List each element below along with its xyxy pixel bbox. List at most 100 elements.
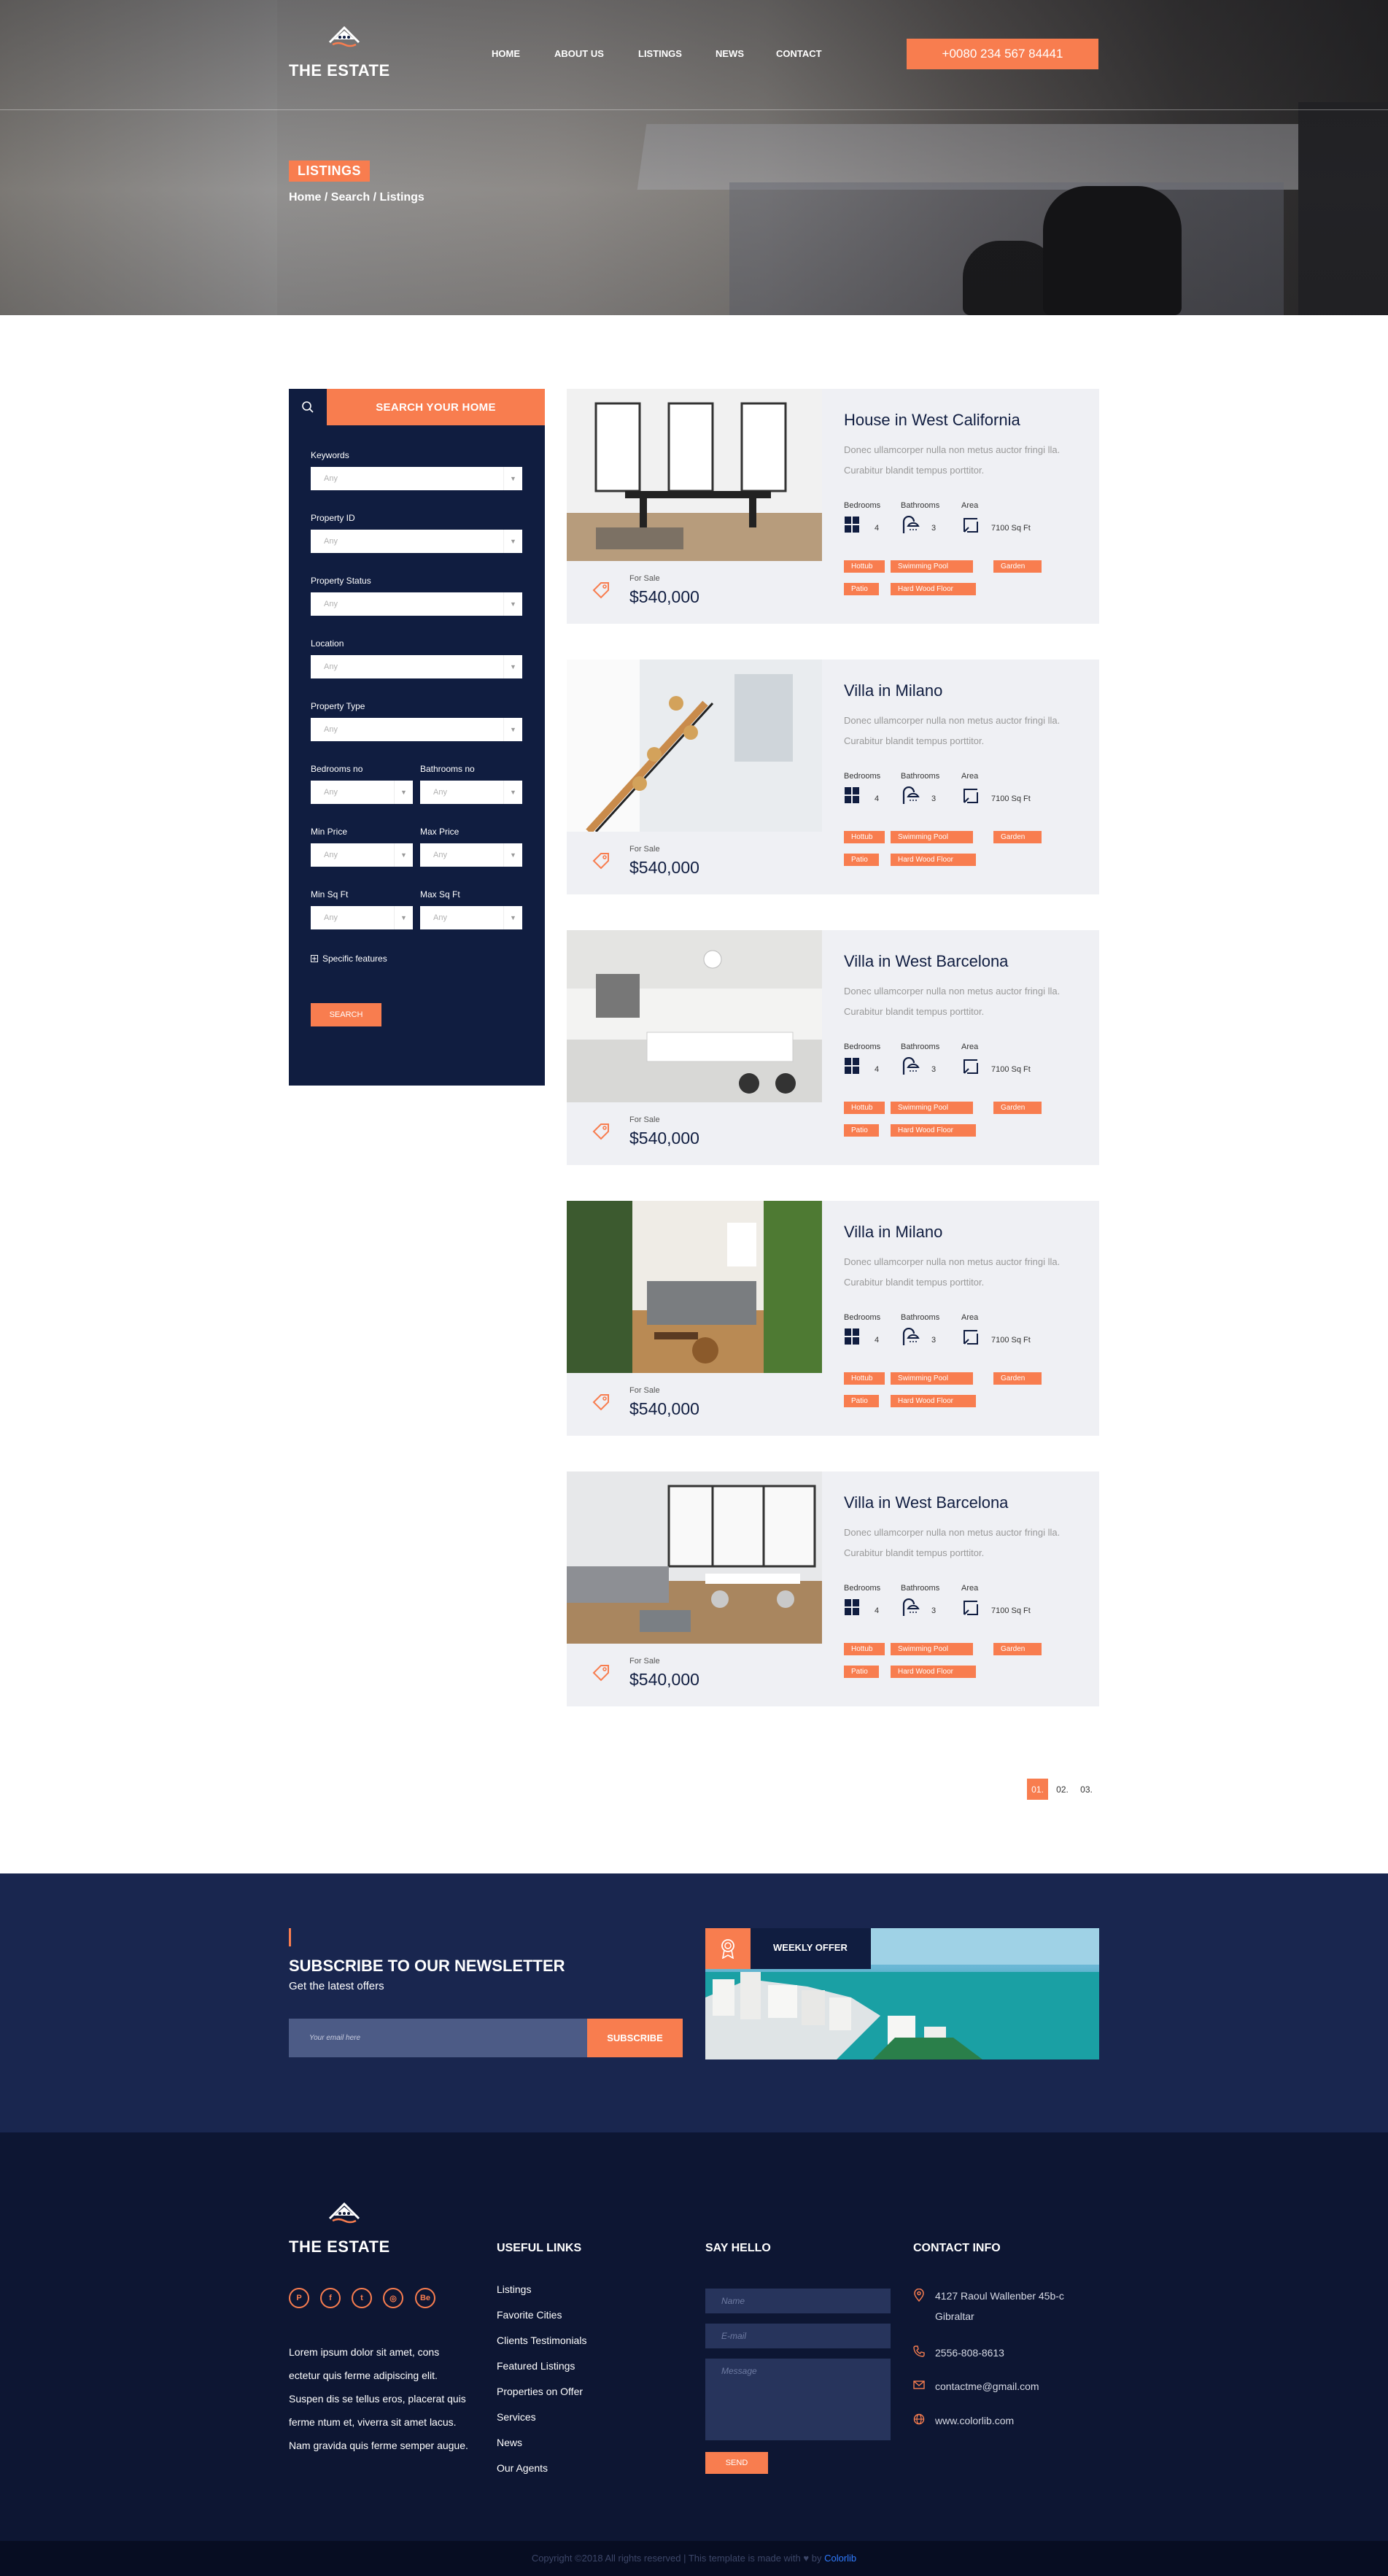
listing-title[interactable]: Villa in Milano: [844, 1223, 942, 1242]
bathrooms-label: Bathrooms: [901, 1043, 940, 1051]
accent-bar: [289, 1928, 291, 1946]
min-sqft-select[interactable]: Any ▼: [311, 906, 413, 929]
listing-title[interactable]: House in West California: [844, 411, 1020, 430]
property-type-select[interactable]: Any ▼: [311, 718, 522, 741]
search-icon[interactable]: [289, 389, 327, 425]
pinterest-icon[interactable]: P: [289, 2288, 309, 2308]
nav-home[interactable]: HOME: [492, 48, 520, 59]
feature-tag: Swimming Pool: [891, 560, 973, 573]
bed-icon: [844, 1328, 860, 1349]
behance-icon[interactable]: Be: [415, 2288, 435, 2308]
feature-tag: Patio: [844, 1666, 879, 1678]
property-type-label: Property Type: [311, 701, 365, 711]
search-panel-title: SEARCH YOUR HOME: [327, 389, 545, 425]
listing-photo[interactable]: [567, 930, 822, 1102]
chevron-down-icon: ▼: [503, 655, 522, 678]
chevron-down-icon: ▼: [394, 843, 413, 867]
footer-link-listings[interactable]: Listings: [497, 2283, 531, 2295]
footer-link-clients-testimonials[interactable]: Clients Testimonials: [497, 2335, 586, 2346]
colorlib-link[interactable]: Colorlib: [824, 2553, 856, 2564]
area-value: 7100 Sq Ft: [991, 794, 1031, 803]
max-sqft-select[interactable]: Any ▼: [420, 906, 522, 929]
footer-link-properties-on-offer[interactable]: Properties on Offer: [497, 2386, 583, 2397]
search-panel: SEARCH YOUR HOME Keywords Any ▼ Property …: [289, 389, 545, 1086]
contact-message-textarea[interactable]: Message: [705, 2359, 891, 2440]
area-arrows-icon: [961, 786, 980, 809]
subscribe-button[interactable]: SUBSCRIBE: [587, 2019, 683, 2057]
feature-tag: Hottub: [844, 831, 885, 843]
property-id-select[interactable]: Any ▼: [311, 530, 522, 553]
min-price-select[interactable]: Any ▼: [311, 843, 413, 867]
listing-title[interactable]: Villa in West Barcelona: [844, 1493, 1008, 1512]
footer-link-featured-listings[interactable]: Featured Listings: [497, 2360, 575, 2372]
search-button[interactable]: SEARCH: [311, 1003, 381, 1026]
facebook-icon[interactable]: f: [320, 2288, 341, 2308]
contact-name-input[interactable]: Name: [705, 2289, 891, 2313]
page-title: LISTINGS: [289, 160, 371, 182]
listing-photo[interactable]: [567, 1201, 822, 1373]
max-price-select[interactable]: Any ▼: [420, 843, 522, 867]
bedrooms-count: 4: [875, 524, 880, 533]
phone-button[interactable]: +0080 234 567 84441: [907, 39, 1098, 69]
feature-tag: Swimming Pool: [891, 1102, 973, 1114]
listing-card[interactable]: For Sale $540,000 Villa in Milano Donec ull…: [567, 1201, 1099, 1436]
nav-news[interactable]: NEWS: [716, 48, 744, 59]
property-status-select[interactable]: Any ▼: [311, 592, 522, 616]
footer-link-news[interactable]: News: [497, 2437, 522, 2448]
keywords-select[interactable]: Any ▼: [311, 467, 522, 490]
nav-contact[interactable]: CONTACT: [776, 48, 822, 59]
footer-link-services[interactable]: Services: [497, 2411, 536, 2423]
area-label: Area: [961, 1584, 979, 1593]
listing-card[interactable]: For Sale $540,000 House in West California…: [567, 389, 1099, 624]
award-icon: [705, 1928, 751, 1969]
newsletter-email-input[interactable]: Your email here: [289, 2019, 588, 2057]
nav-listings[interactable]: LISTINGS: [638, 48, 682, 59]
listing-price: $540,000: [629, 587, 699, 606]
copyright-by: by: [811, 2553, 822, 2564]
contact-website[interactable]: www.colorlib.com: [935, 2410, 1014, 2431]
chevron-down-icon: ▼: [503, 843, 522, 867]
listing-card[interactable]: For Sale $540,000 Villa in West Barcelona D…: [567, 1471, 1099, 1706]
chevron-down-icon: ▼: [503, 781, 522, 804]
location-select[interactable]: Any ▼: [311, 655, 522, 678]
weekly-offer-label: WEEKLY OFFER: [773, 1942, 848, 1953]
bedrooms-count: 4: [875, 1336, 880, 1345]
page-3-link[interactable]: 03.: [1076, 1779, 1097, 1800]
newsletter-section: [0, 1873, 1388, 2132]
listing-description: Donec ullamcorper nulla non metus auctor…: [844, 715, 1061, 746]
listing-title[interactable]: Villa in Milano: [844, 681, 942, 700]
area-label: Area: [961, 772, 979, 781]
contact-email-input[interactable]: E-mail: [705, 2324, 891, 2348]
listing-photo[interactable]: [567, 1471, 822, 1644]
page-1-link[interactable]: 01.: [1027, 1779, 1048, 1800]
contact-email[interactable]: contactme@gmail.com: [935, 2376, 1039, 2397]
useful-links-title: USEFUL LINKS: [497, 2242, 582, 2254]
bathrooms-select[interactable]: Any ▼: [420, 781, 522, 804]
specific-features-toggle[interactable]: Specific features: [311, 954, 387, 964]
contact-phone[interactable]: 2556-808-8613: [935, 2343, 1004, 2363]
footer-link-our-agents[interactable]: Our Agents: [497, 2462, 548, 2474]
nav-about-us[interactable]: ABOUT US: [554, 48, 604, 59]
listing-photo[interactable]: [567, 660, 822, 832]
send-button[interactable]: SEND: [705, 2452, 768, 2474]
bedrooms-count: 4: [875, 1606, 880, 1615]
listing-description: Donec ullamcorper nulla non metus auctor…: [844, 986, 1061, 1017]
footer-link-favorite-cities[interactable]: Favorite Cities: [497, 2309, 562, 2321]
area-value: 7100 Sq Ft: [991, 1336, 1031, 1345]
globe-icon: [913, 2413, 925, 2429]
listing-card[interactable]: For Sale $540,000 Villa in West Barcelona D…: [567, 930, 1099, 1165]
twitter-icon[interactable]: t: [352, 2288, 372, 2308]
area-value: 7100 Sq Ft: [991, 1065, 1031, 1074]
area-value: 7100 Sq Ft: [991, 1606, 1031, 1615]
page-2-link[interactable]: 02.: [1052, 1779, 1073, 1800]
max-sqft-label: Max Sq Ft: [420, 889, 460, 900]
bedrooms-label: Bedrooms no: [311, 764, 363, 774]
listing-status: For Sale: [629, 574, 660, 583]
listing-photo[interactable]: [567, 389, 822, 561]
price-tag-icon: [592, 1663, 610, 1686]
area-arrows-icon: [961, 1598, 980, 1621]
listing-title[interactable]: Villa in West Barcelona: [844, 952, 1008, 971]
dribbble-icon[interactable]: ◎: [383, 2288, 403, 2308]
bedrooms-select[interactable]: Any ▼: [311, 781, 413, 804]
listing-card[interactable]: For Sale $540,000 Villa in Milano Donec ull…: [567, 660, 1099, 894]
